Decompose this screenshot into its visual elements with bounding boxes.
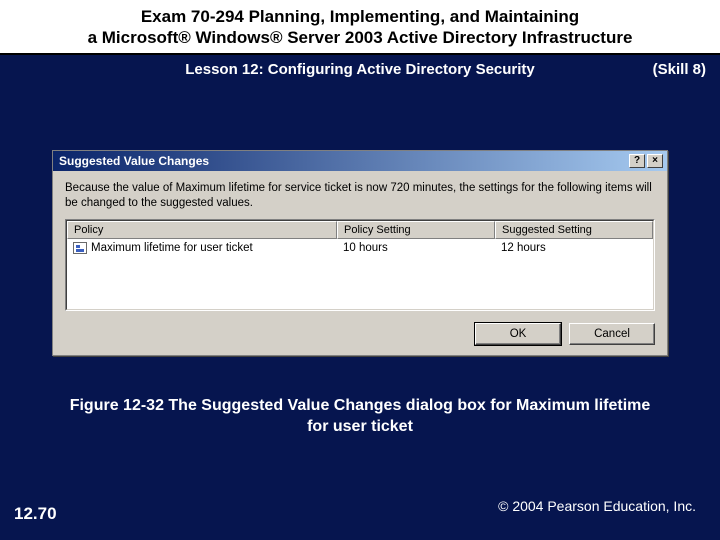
- cancel-button[interactable]: Cancel: [569, 323, 655, 345]
- dialog-buttons: OK Cancel: [53, 317, 667, 355]
- suggested-setting: 12 hours: [495, 241, 653, 255]
- policy-list: Policy Policy Setting Suggested Setting …: [65, 219, 655, 311]
- col-suggested-header[interactable]: Suggested Setting: [495, 221, 653, 239]
- lesson-bar: Lesson 12: Configuring Active Directory …: [0, 55, 720, 84]
- table-row[interactable]: Maximum lifetime for user ticket 10 hour…: [67, 239, 653, 257]
- header-line1: Exam 70-294 Planning, Implementing, and …: [10, 6, 710, 27]
- page-number: 12.70: [14, 504, 57, 524]
- ok-button[interactable]: OK: [475, 323, 561, 345]
- policy-name: Maximum lifetime for user ticket: [91, 242, 253, 254]
- dialog-message: Because the value of Maximum lifetime fo…: [53, 171, 667, 219]
- figure-caption: Figure 12-32 The Suggested Value Changes…: [0, 396, 720, 438]
- dialog-screenshot: Suggested Value Changes ? × Because the …: [52, 150, 668, 356]
- close-icon[interactable]: ×: [647, 154, 663, 168]
- dialog-titlebar: Suggested Value Changes ? ×: [53, 151, 667, 171]
- copyright: © 2004 Pearson Education, Inc.: [498, 498, 696, 514]
- col-setting-header[interactable]: Policy Setting: [337, 221, 495, 239]
- slide-header: Exam 70-294 Planning, Implementing, and …: [0, 0, 720, 55]
- header-line2: a Microsoft® Windows® Server 2003 Active…: [10, 27, 710, 48]
- policy-setting: 10 hours: [337, 241, 495, 255]
- suggested-value-changes-dialog: Suggested Value Changes ? × Because the …: [52, 150, 668, 356]
- col-policy-header[interactable]: Policy: [67, 221, 337, 239]
- dialog-title: Suggested Value Changes: [59, 154, 627, 168]
- list-header: Policy Policy Setting Suggested Setting: [67, 221, 653, 239]
- help-icon[interactable]: ?: [629, 154, 645, 168]
- lesson-title: Lesson 12: Configuring Active Directory …: [10, 61, 710, 78]
- policy-icon: [73, 242, 87, 254]
- skill-label: (Skill 8): [653, 61, 706, 78]
